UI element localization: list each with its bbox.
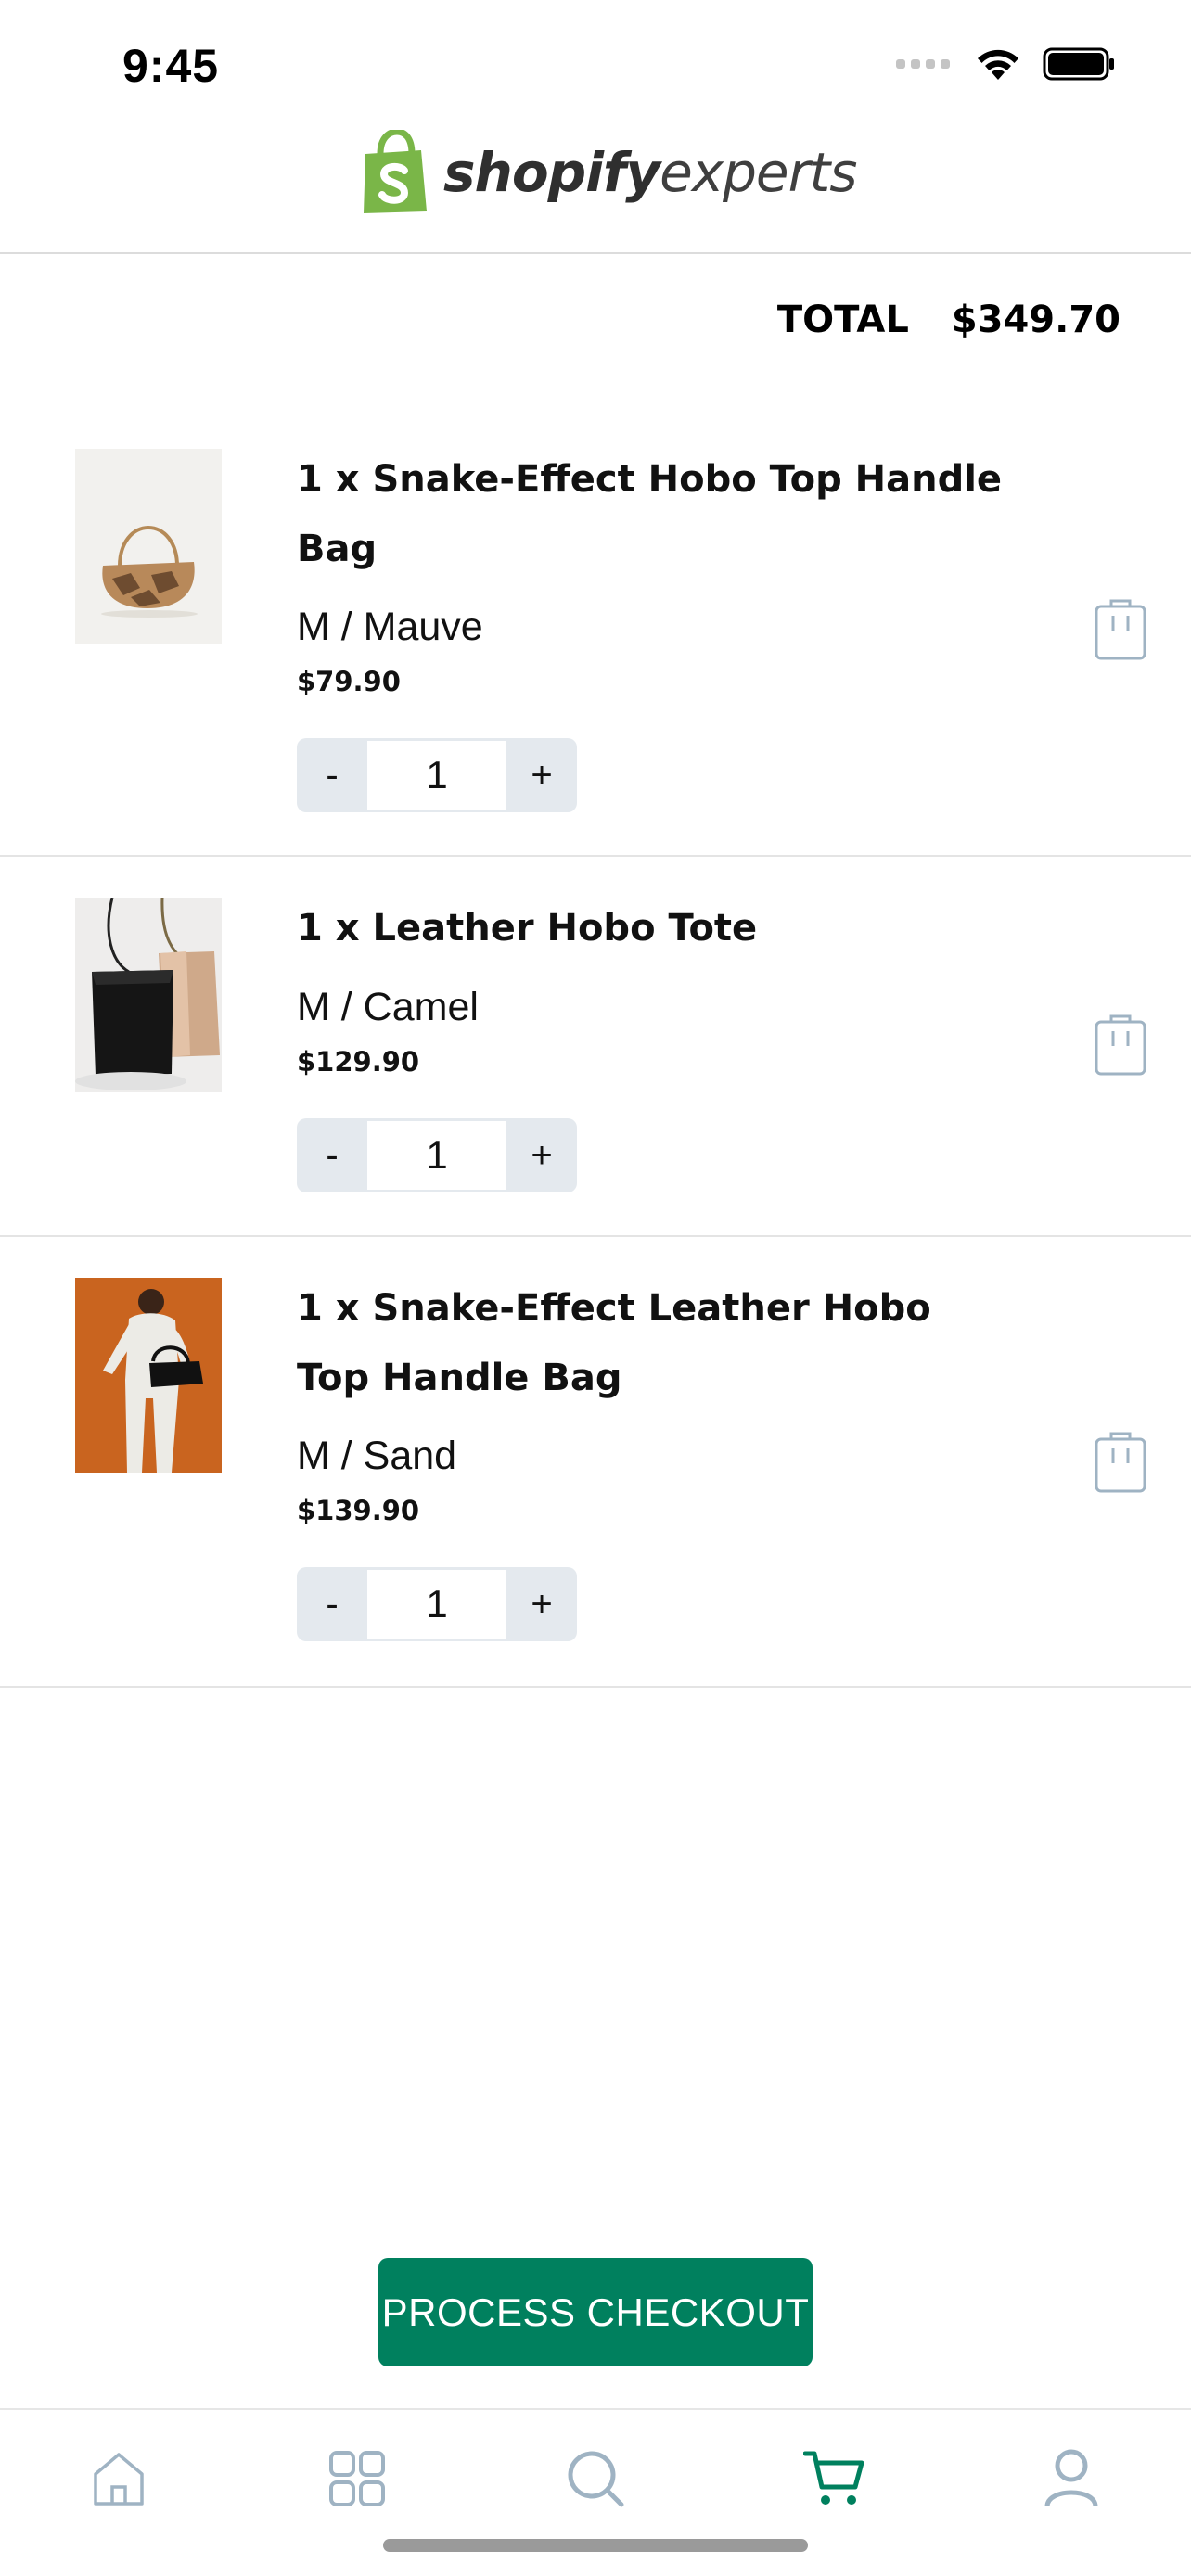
trash-icon[interactable] (1093, 597, 1148, 662)
quantity-stepper: - 1 + (297, 1118, 577, 1192)
quantity-value[interactable]: 1 (367, 1570, 506, 1639)
tab-cart[interactable] (801, 2446, 866, 2511)
decrease-quantity-button[interactable]: - (297, 1567, 367, 1641)
decrease-quantity-button[interactable]: - (297, 738, 367, 812)
header-divider (0, 252, 1191, 254)
cart-item: 1 x Snake-Effect Leather Hobo Top Handle… (0, 1237, 1191, 1688)
trash-icon[interactable] (1093, 1430, 1148, 1495)
product-title[interactable]: 1 x Leather Hobo Tote (297, 894, 1011, 963)
cart-icon (803, 2451, 864, 2505)
increase-quantity-button[interactable]: + (506, 1567, 577, 1641)
product-image[interactable] (75, 1278, 222, 1473)
tab-bar-divider (0, 2408, 1191, 2410)
product-variant: M / Mauve (297, 605, 483, 649)
battery-icon (1043, 47, 1114, 81)
decrease-quantity-button[interactable]: - (297, 1118, 367, 1192)
increase-quantity-button[interactable]: + (506, 1118, 577, 1192)
increase-quantity-button[interactable]: + (506, 738, 577, 812)
tab-categories[interactable] (325, 2446, 390, 2511)
cart-item: 1 x Snake-Effect Hobo Top Handle Bag M /… (0, 408, 1191, 857)
tab-account[interactable] (1039, 2446, 1104, 2511)
process-checkout-button[interactable]: PROCESS CHECKOUT (378, 2258, 813, 2366)
grid-icon (329, 2451, 385, 2506)
total-label: TOTAL (776, 299, 909, 341)
shopify-experts-logo: shopifyexperts (360, 128, 857, 217)
user-icon (1044, 2449, 1098, 2507)
tab-search[interactable] (563, 2446, 628, 2511)
wifi-icon (978, 49, 1018, 80)
product-variant: M / Camel (297, 985, 479, 1029)
status-bar: 9:45 (0, 0, 1191, 121)
trash-icon[interactable] (1093, 1013, 1148, 1078)
quantity-stepper: - 1 + (297, 738, 577, 812)
quantity-value[interactable]: 1 (367, 1121, 506, 1190)
cart-item: 1 x Leather Hobo Tote M / Camel $129.90 … (0, 857, 1191, 1237)
quantity-stepper: - 1 + (297, 1567, 577, 1641)
home-icon (94, 2453, 144, 2506)
search-icon (568, 2451, 624, 2507)
quantity-value[interactable]: 1 (367, 741, 506, 810)
product-variant: M / Sand (297, 1434, 457, 1478)
tab-bar (0, 2411, 1191, 2531)
product-title[interactable]: 1 x Snake-Effect Leather Hobo Top Handle… (297, 1274, 1011, 1413)
cellular-signal-icon (896, 59, 950, 69)
tab-home[interactable] (86, 2446, 151, 2511)
home-indicator (383, 2539, 808, 2552)
status-icons (896, 46, 1117, 82)
product-image[interactable] (75, 449, 222, 644)
brand-name: shopifyexperts (443, 141, 857, 204)
product-price: $79.90 (297, 666, 401, 697)
product-price: $139.90 (297, 1495, 420, 1526)
product-image[interactable] (75, 898, 222, 1092)
cart-total: TOTAL $349.70 (777, 299, 1121, 341)
status-time: 9:45 (122, 40, 220, 92)
shopping-bag-logo-icon (364, 130, 427, 213)
total-value: $349.70 (951, 299, 1121, 341)
product-price: $129.90 (297, 1046, 420, 1078)
product-title[interactable]: 1 x Snake-Effect Hobo Top Handle Bag (297, 445, 1011, 584)
